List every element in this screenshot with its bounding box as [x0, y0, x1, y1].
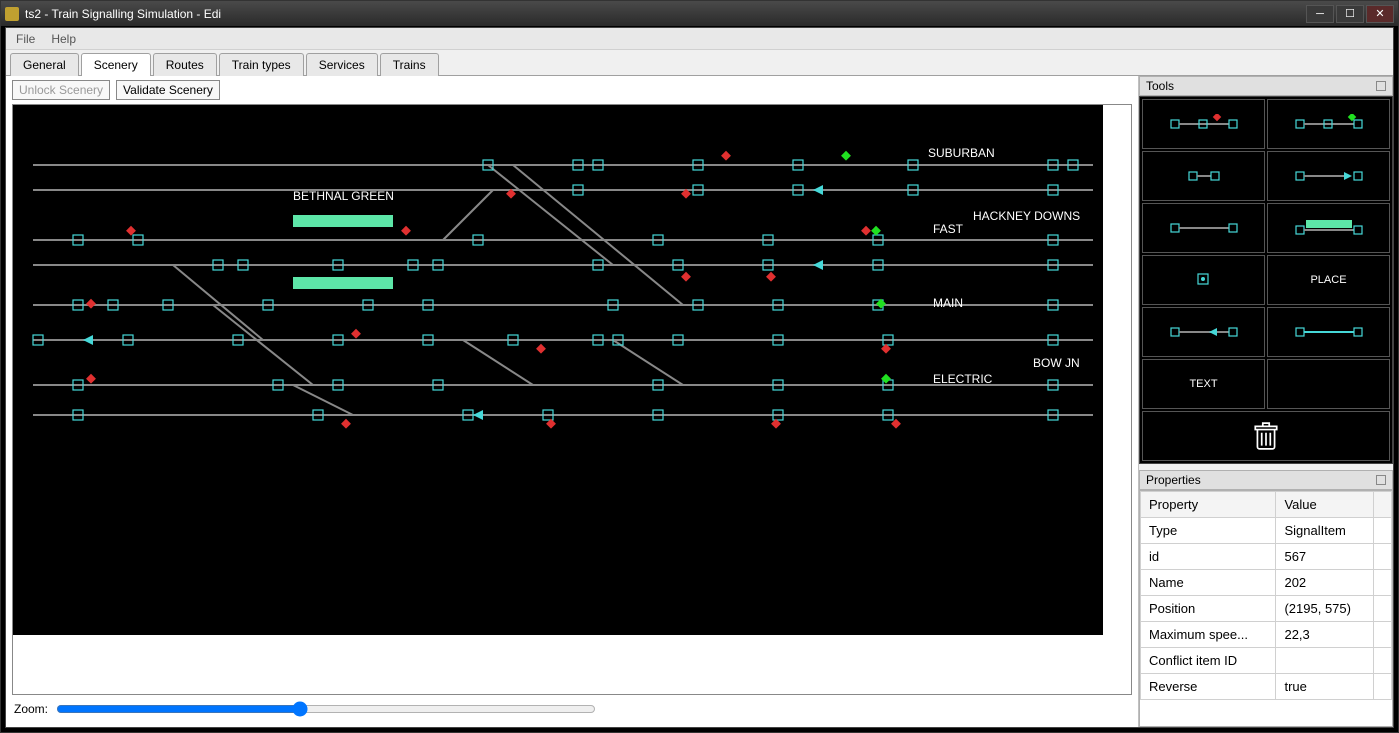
close-button[interactable]: ✕: [1366, 5, 1394, 23]
label-hackney: HACKNEY DOWNS: [973, 209, 1080, 223]
prop-value[interactable]: (2195, 575): [1276, 596, 1374, 622]
unlock-scenery-button[interactable]: Unlock Scenery: [12, 80, 110, 100]
prop-name: Position: [1141, 596, 1276, 622]
undock-icon[interactable]: [1376, 81, 1386, 91]
tab-routes[interactable]: Routes: [153, 53, 217, 76]
prop-name: Conflict item ID: [1141, 648, 1276, 674]
prop-name: Reverse: [1141, 674, 1276, 700]
label-bowjn: BOW JN: [1033, 356, 1080, 370]
prop-name: Type: [1141, 518, 1276, 544]
table-row[interactable]: Conflict item ID: [1141, 648, 1392, 674]
window-title: ts2 - Train Signalling Simulation - Edi: [25, 7, 1306, 21]
tab-services[interactable]: Services: [306, 53, 378, 76]
tab-general[interactable]: General: [10, 53, 79, 76]
tool-block[interactable]: [1142, 151, 1265, 201]
titlebar: ts2 - Train Signalling Simulation - Edi …: [1, 1, 1398, 27]
maximize-button[interactable]: ☐: [1336, 5, 1364, 23]
tab-trains[interactable]: Trains: [380, 53, 439, 76]
zoom-label: Zoom:: [14, 702, 48, 716]
prop-value[interactable]: [1276, 648, 1374, 674]
table-row[interactable]: Position(2195, 575): [1141, 596, 1392, 622]
prop-name: id: [1141, 544, 1276, 570]
menubar: File Help: [6, 28, 1393, 50]
tools-panel-title: Tools: [1139, 76, 1393, 96]
tab-train-types[interactable]: Train types: [219, 53, 304, 76]
tool-track[interactable]: [1142, 203, 1265, 253]
tool-end-arrow[interactable]: [1267, 151, 1390, 201]
table-row[interactable]: TypeSignalItem: [1141, 518, 1392, 544]
tools-palette: PLACE TEXT: [1139, 96, 1393, 464]
prop-value[interactable]: true: [1276, 674, 1374, 700]
prop-value[interactable]: 202: [1276, 570, 1374, 596]
tool-point[interactable]: [1142, 255, 1265, 305]
app-icon: [5, 7, 19, 21]
table-row[interactable]: Maximum spee...22,3: [1141, 622, 1392, 648]
col-value[interactable]: Value: [1276, 492, 1374, 518]
tool-track-alt[interactable]: [1267, 307, 1390, 357]
prop-value[interactable]: SignalItem: [1276, 518, 1374, 544]
undock-icon[interactable]: [1376, 475, 1386, 485]
menu-help[interactable]: Help: [51, 32, 76, 46]
zoom-slider[interactable]: [56, 701, 596, 717]
tool-text[interactable]: TEXT: [1142, 359, 1265, 409]
tool-place[interactable]: PLACE: [1267, 255, 1390, 305]
menu-file[interactable]: File: [16, 32, 35, 46]
validate-scenery-button[interactable]: Validate Scenery: [116, 80, 220, 100]
prop-value[interactable]: 567: [1276, 544, 1374, 570]
tool-empty: [1267, 359, 1390, 409]
properties-table[interactable]: Property Value TypeSignalItemid567Name20…: [1140, 491, 1392, 700]
minimize-button[interactable]: ─: [1306, 5, 1334, 23]
properties-panel-title: Properties: [1139, 470, 1393, 490]
tool-delete[interactable]: [1142, 411, 1390, 461]
tool-signal-green-right[interactable]: [1267, 99, 1390, 149]
table-row[interactable]: Name202: [1141, 570, 1392, 596]
tabbar: General Scenery Routes Train types Servi…: [6, 50, 1393, 76]
label-fast: FAST: [933, 222, 964, 236]
prop-name: Name: [1141, 570, 1276, 596]
label-main: MAIN: [933, 296, 963, 310]
tool-signal-red-left[interactable]: [1142, 99, 1265, 149]
prop-name: Maximum spee...: [1141, 622, 1276, 648]
prop-value[interactable]: 22,3: [1276, 622, 1374, 648]
table-row[interactable]: Reversetrue: [1141, 674, 1392, 700]
table-row[interactable]: id567: [1141, 544, 1392, 570]
label-suburban: SUBURBAN: [928, 146, 995, 160]
scenery-canvas[interactable]: BETHNAL GREEN SUBURBAN HACKNEY DOWNS FAS…: [12, 104, 1132, 695]
label-electric: ELECTRIC: [933, 372, 993, 386]
label-bethnal: BETHNAL GREEN: [293, 189, 394, 203]
col-property[interactable]: Property: [1141, 492, 1276, 518]
tab-scenery[interactable]: Scenery: [81, 53, 151, 76]
tool-arrow-left[interactable]: [1142, 307, 1265, 357]
tool-platform[interactable]: [1267, 203, 1390, 253]
